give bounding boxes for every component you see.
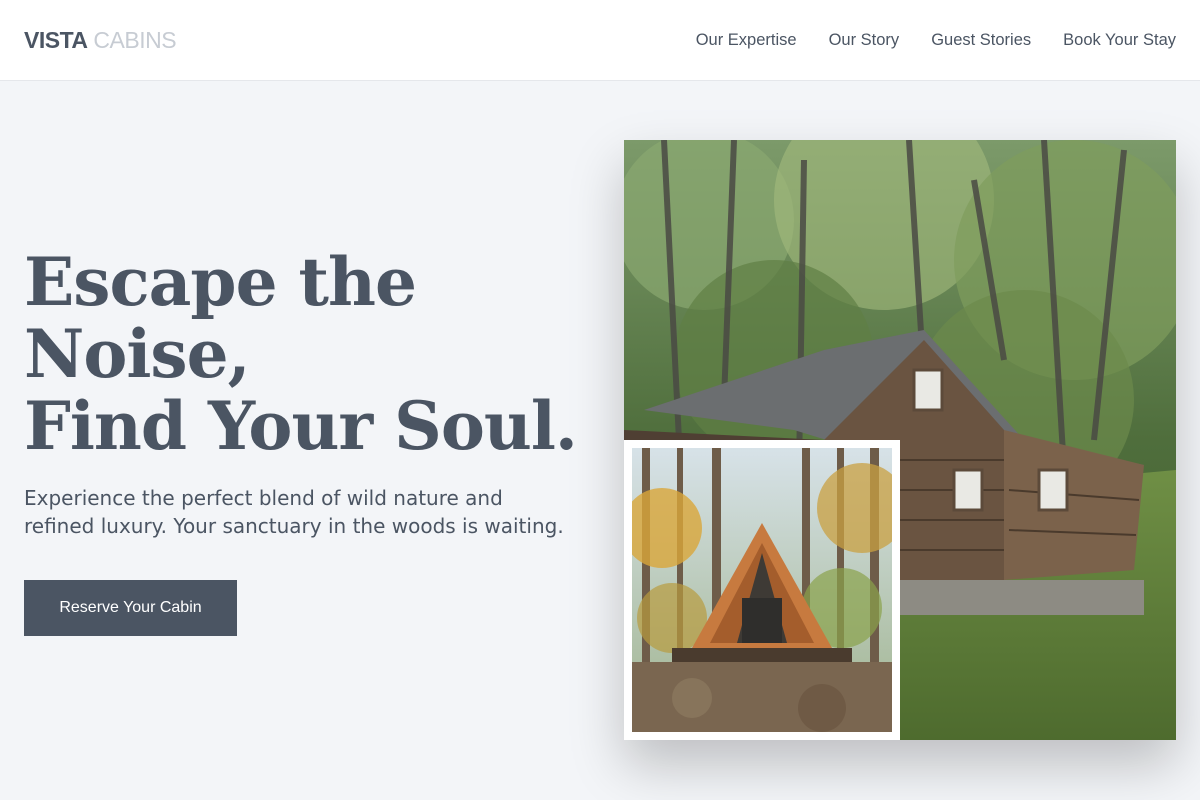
- nav-link-our-expertise[interactable]: Our Expertise: [696, 29, 797, 51]
- logo-primary: VISTA: [24, 27, 88, 53]
- nav-link-book-your-stay[interactable]: Book Your Stay: [1063, 29, 1176, 51]
- a-frame-cabin-photo: [632, 448, 892, 732]
- hero-title: Escape the Noise, Find Your Soul.: [24, 246, 584, 462]
- reserve-cabin-button[interactable]: Reserve Your Cabin: [24, 580, 237, 636]
- hero-title-line-3: Find Your Soul.: [24, 387, 578, 465]
- nav-link-guest-stories[interactable]: Guest Stories: [931, 29, 1031, 51]
- nav-link-our-story[interactable]: Our Story: [829, 29, 900, 51]
- site-header: VISTA CABINS Our Expertise Our Story Gue…: [0, 0, 1200, 81]
- hero-title-line-1: Escape the: [24, 243, 417, 321]
- logo-secondary: CABINS: [87, 27, 177, 53]
- hero-title-line-2: Noise,: [24, 315, 251, 393]
- logo[interactable]: VISTA CABINS: [24, 26, 177, 54]
- inset-photo-frame: [624, 440, 900, 740]
- hero-subtitle: Experience the perfect blend of wild nat…: [24, 486, 564, 538]
- main-nav: Our Expertise Our Story Guest Stories Bo…: [696, 29, 1176, 51]
